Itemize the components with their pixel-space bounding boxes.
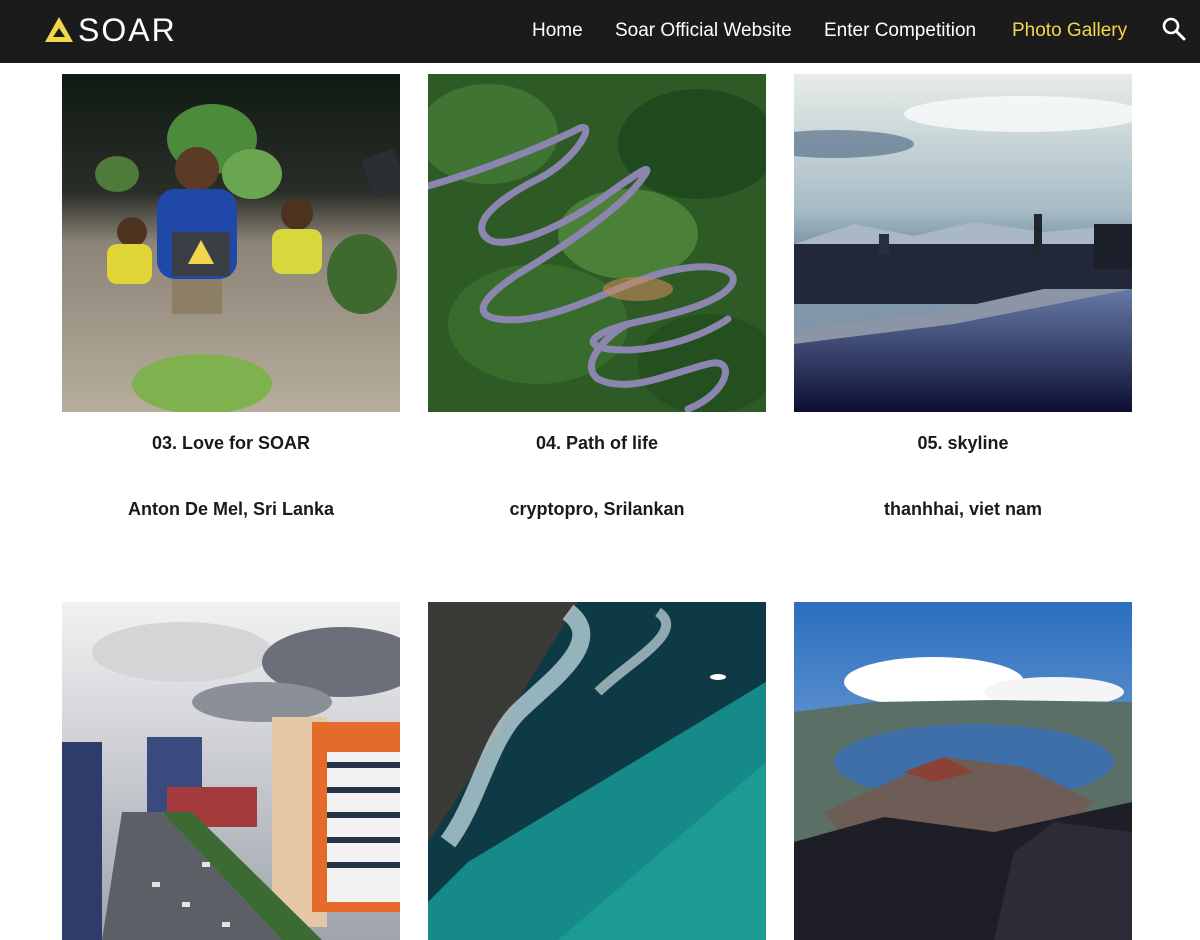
nav-enter-competition[interactable]: Enter Competition bbox=[824, 18, 976, 44]
brand-name: SOAR bbox=[78, 12, 177, 48]
soar-logo[interactable]: SOAR bbox=[44, 12, 177, 48]
gallery-photo-crater-lake[interactable] bbox=[794, 602, 1132, 940]
gallery-photo-ocean-aerial[interactable] bbox=[428, 602, 766, 940]
top-navbar: SOAR Home Soar Official Website Enter Co… bbox=[0, 0, 1200, 63]
search-button[interactable] bbox=[1160, 15, 1190, 45]
gallery-item-author: cryptopro, Srilankan bbox=[509, 499, 685, 519]
gallery-photo-skyline[interactable] bbox=[794, 74, 1132, 412]
gallery-photo-love-for-soar[interactable] bbox=[62, 74, 400, 412]
gallery-item-author: Anton De Mel, Sri Lanka bbox=[127, 499, 335, 519]
gallery-item-author: thanhhai, viet nam bbox=[883, 499, 1043, 519]
soar-logo-icon bbox=[45, 17, 73, 42]
gallery-photo-city-street[interactable] bbox=[62, 602, 400, 940]
nav-official-website[interactable]: Soar Official Website bbox=[615, 18, 792, 44]
nav-home[interactable]: Home bbox=[532, 18, 583, 44]
gallery-item-title: 04. Path of life bbox=[535, 433, 659, 453]
search-icon bbox=[1162, 17, 1186, 41]
gallery-photo-path-of-life[interactable] bbox=[428, 74, 766, 412]
nav-photo-gallery[interactable]: Photo Gallery bbox=[1012, 18, 1127, 44]
gallery-item-title: 05. skyline bbox=[917, 433, 1009, 453]
gallery-item-title: 03. Love for SOAR bbox=[151, 433, 311, 453]
